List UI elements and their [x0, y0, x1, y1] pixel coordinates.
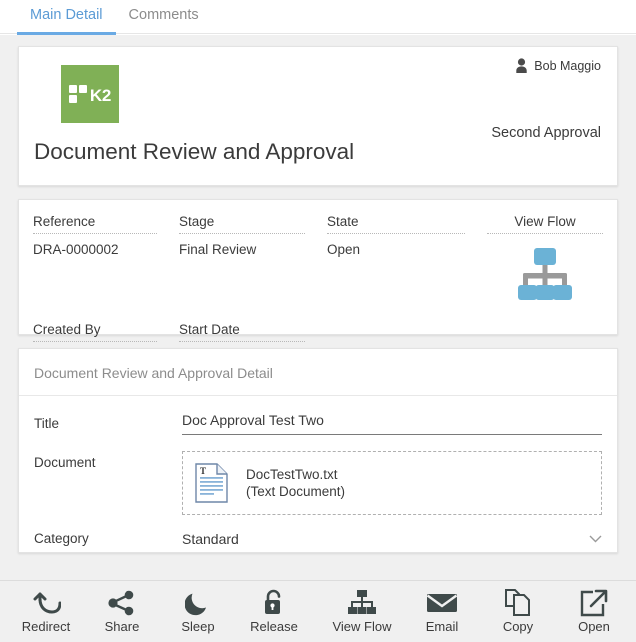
redirect-label: Redirect: [22, 619, 70, 634]
page-title: Document Review and Approval: [34, 139, 354, 165]
moon-icon: [185, 590, 211, 616]
toolbar-left-group: Redirect Share: [0, 582, 312, 642]
text-document-icon: T: [195, 463, 228, 503]
share-label: Share: [105, 619, 140, 634]
title-label: Title: [34, 396, 182, 431]
reference-label: Reference: [33, 214, 157, 234]
created-by-label: Created By: [33, 322, 157, 342]
open-button[interactable]: Open: [556, 582, 632, 642]
title-input[interactable]: Doc Approval Test Two: [182, 408, 602, 435]
org-chart-icon: [513, 248, 577, 306]
field-reference: Reference DRA-0000002: [33, 214, 179, 306]
attachment-file-name: DocTestTwo.txt: [246, 467, 345, 482]
info-grid-row-1: Reference DRA-0000002 Stage Final Review…: [33, 214, 603, 306]
field-state: State Open: [327, 214, 487, 306]
row-document: Document T: [19, 435, 617, 515]
tab-comments[interactable]: Comments: [116, 0, 212, 35]
row-category: Category Standard: [19, 531, 617, 553]
state-label: State: [327, 214, 465, 234]
redirect-arrow-icon: [31, 590, 61, 616]
assigned-user: Bob Maggio: [515, 58, 601, 73]
copy-button[interactable]: Copy: [480, 582, 556, 642]
org-chart-icon: [346, 590, 378, 616]
tab-bar: Main Detail Comments: [0, 0, 636, 34]
workflow-info-card: Reference DRA-0000002 Stage Final Review…: [18, 199, 618, 335]
category-select[interactable]: Standard: [182, 531, 602, 553]
open-external-icon: [580, 590, 608, 616]
share-button[interactable]: Share: [84, 582, 160, 642]
email-label: Email: [426, 619, 459, 634]
view-flow-toolbar-label: View Flow: [332, 619, 391, 634]
reference-value: DRA-0000002: [33, 234, 157, 257]
sleep-button[interactable]: Sleep: [160, 582, 236, 642]
field-stage: Stage Final Review: [179, 214, 327, 306]
tab-main-detail[interactable]: Main Detail: [17, 0, 116, 35]
attachment-dropzone[interactable]: T DocTestTwo.txt (Text Document): [182, 451, 602, 515]
release-button[interactable]: Release: [236, 582, 312, 642]
envelope-icon: [426, 590, 458, 616]
person-icon: [515, 58, 528, 73]
category-value: Standard: [182, 531, 239, 547]
k2-logo-dots: [69, 85, 87, 103]
sleep-label: Sleep: [181, 619, 214, 634]
redirect-button[interactable]: Redirect: [8, 582, 84, 642]
toolbar-right-group: View Flow Email Copy: [320, 582, 636, 642]
copy-pages-icon: [504, 590, 532, 616]
start-date-label: Start Date: [179, 322, 305, 342]
stage-label: Stage: [179, 214, 305, 234]
k2-logo: K2: [61, 65, 119, 123]
document-label: Document: [34, 435, 182, 470]
view-flow-label: View Flow: [487, 214, 603, 234]
svg-text:T: T: [200, 466, 206, 476]
view-flow-toolbar-button[interactable]: View Flow: [320, 582, 404, 642]
stage-value: Final Review: [179, 234, 305, 257]
attachment-file-type: (Text Document): [246, 484, 345, 499]
workflow-header-card: Bob Maggio K2 Document Review and Approv…: [18, 46, 618, 186]
form-scroll-area[interactable]: Bob Maggio K2 Document Review and Approv…: [0, 35, 636, 580]
k2-logo-text: K2: [90, 86, 111, 106]
activity-name: Second Approval: [491, 125, 601, 141]
category-label: Category: [34, 531, 182, 546]
field-view-flow: View Flow: [487, 214, 603, 306]
copy-label: Copy: [503, 619, 533, 634]
user-name-label: Bob Maggio: [534, 59, 601, 73]
chevron-down-icon: [589, 535, 602, 543]
state-value: Open: [327, 234, 465, 257]
row-title: Title Doc Approval Test Two: [19, 396, 617, 435]
open-label: Open: [578, 619, 610, 634]
document-detail-card: Document Review and Approval Detail Titl…: [18, 348, 618, 553]
view-flow-button[interactable]: [487, 234, 603, 306]
detail-section-title: Document Review and Approval Detail: [19, 349, 617, 396]
release-label: Release: [250, 619, 298, 634]
email-button[interactable]: Email: [404, 582, 480, 642]
share-icon: [108, 590, 136, 616]
unlock-icon: [261, 590, 287, 616]
action-toolbar: Redirect Share: [0, 580, 636, 642]
app-viewport: Main Detail Comments Bob Maggio K2: [0, 0, 636, 642]
